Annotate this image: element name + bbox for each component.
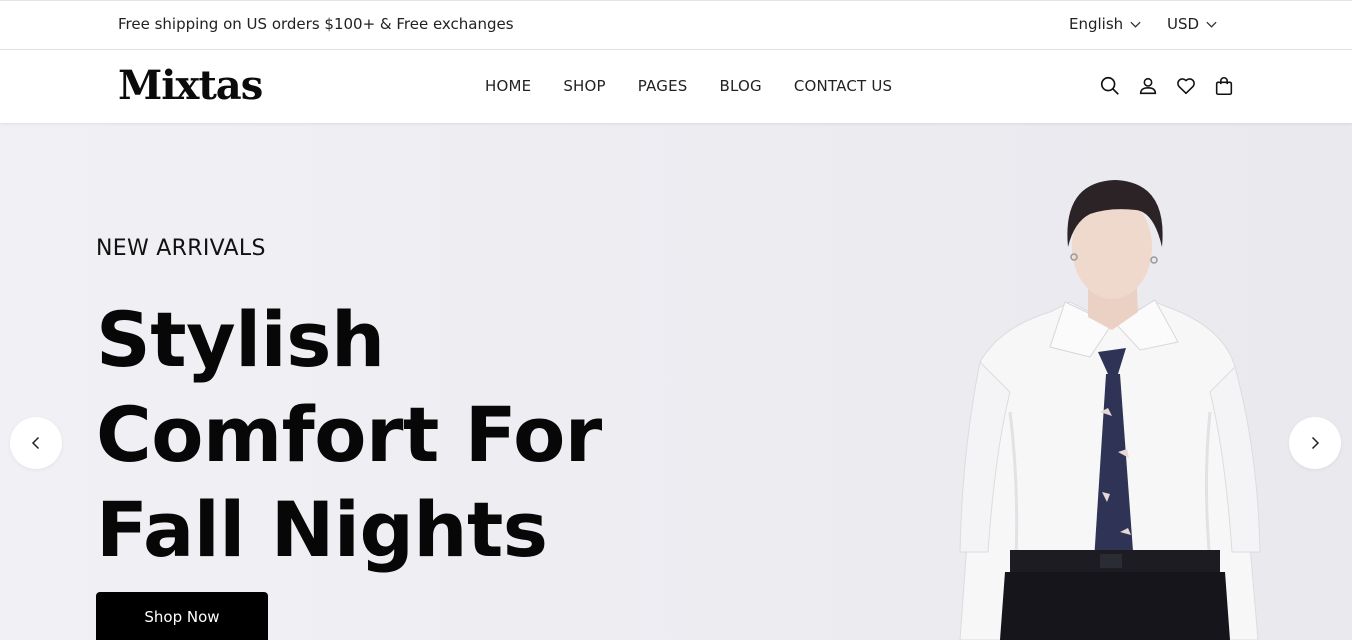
announcement-bar: Free shipping on US orders $100+ & Free … [0, 0, 1352, 50]
headline-line-2: Comfort For [96, 390, 602, 479]
chevron-right-icon [1311, 436, 1320, 450]
headline-line-3: Fall Nights [96, 485, 548, 574]
chevron-left-icon [31, 436, 40, 450]
currency-label: USD [1167, 15, 1200, 33]
header-actions [1099, 74, 1235, 98]
hero-kicker: NEW ARRIVALS [96, 236, 266, 261]
shipping-promo-text: Free shipping on US orders $100+ & Free … [118, 15, 514, 33]
hero-slider: NEW ARRIVALS Stylish Comfort For Fall Ni… [0, 122, 1352, 640]
user-icon[interactable] [1137, 74, 1159, 98]
headline-line-1: Stylish [96, 295, 385, 384]
hero-headline: Stylish Comfort For Fall Nights [96, 292, 696, 577]
heart-icon[interactable] [1175, 74, 1197, 98]
slider-next-button[interactable] [1289, 417, 1341, 469]
nav-pages[interactable]: PAGES [638, 77, 688, 95]
nav-contact-us[interactable]: CONTACT US [794, 77, 892, 95]
nav-home[interactable]: HOME [485, 77, 531, 95]
nav-blog[interactable]: BLOG [719, 77, 761, 95]
search-icon[interactable] [1099, 74, 1121, 98]
site-header: Mixtas HOME SHOP PAGES BLOG CONTACT US [0, 50, 1352, 123]
site-logo[interactable]: Mixtas [118, 62, 263, 109]
hero-model-image [959, 180, 1261, 640]
currency-selector[interactable]: USD [1167, 15, 1218, 33]
chevron-down-icon [1130, 21, 1141, 28]
language-selector[interactable]: English [1069, 15, 1142, 33]
bag-icon[interactable] [1213, 74, 1235, 98]
language-label: English [1069, 15, 1124, 33]
chevron-down-icon [1206, 21, 1217, 28]
slider-prev-button[interactable] [10, 417, 62, 469]
shop-now-button[interactable]: Shop Now [96, 592, 268, 640]
nav-shop[interactable]: SHOP [563, 77, 605, 95]
main-nav: HOME SHOP PAGES BLOG CONTACT US [485, 77, 892, 95]
